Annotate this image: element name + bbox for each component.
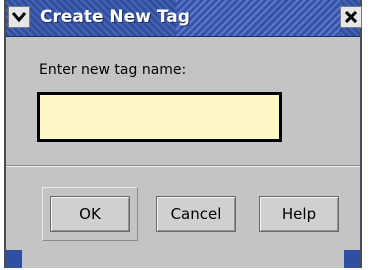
create-tag-dialog: Create New Tag Enter new tag name: OK Ca…: [4, 0, 362, 268]
ok-button[interactable]: OK: [50, 196, 130, 232]
tag-name-input[interactable]: [37, 92, 282, 142]
cancel-button[interactable]: Cancel: [156, 196, 236, 232]
title-bar-pattern: [176, 0, 340, 36]
close-icon: [345, 11, 357, 23]
window-corner-right[interactable]: [344, 250, 360, 268]
window-menu-button[interactable]: [8, 6, 30, 28]
title-bar[interactable]: Create New Tag: [6, 0, 362, 37]
close-button[interactable]: [340, 6, 362, 28]
tag-name-label: Enter new tag name:: [39, 62, 187, 78]
window-corner-left[interactable]: [6, 250, 22, 268]
separator: [6, 165, 360, 167]
dialog-title: Create New Tag: [40, 7, 190, 27]
help-button[interactable]: Help: [259, 196, 339, 232]
chevron-down-icon: [12, 12, 26, 23]
